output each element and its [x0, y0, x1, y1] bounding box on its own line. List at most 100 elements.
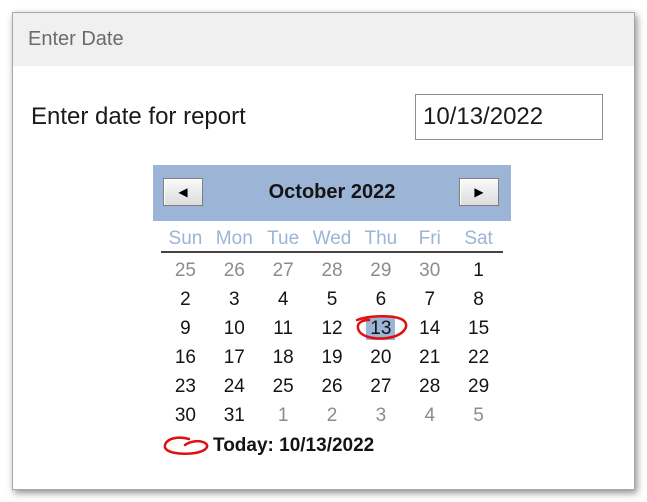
- title-bar[interactable]: Enter Date: [13, 13, 634, 66]
- day-cell[interactable]: 21: [405, 343, 454, 372]
- day-number: 11: [273, 318, 294, 339]
- day-cell[interactable]: 5: [308, 285, 357, 314]
- day-number: 2: [326, 405, 338, 426]
- day-cell[interactable]: 28: [308, 256, 357, 285]
- day-number: 23: [174, 376, 196, 397]
- day-cell[interactable]: 19: [308, 343, 357, 372]
- day-cell[interactable]: 20: [356, 343, 405, 372]
- weekday-wed: Wed: [312, 228, 352, 249]
- day-number: 28: [419, 376, 441, 397]
- day-number: 4: [277, 289, 289, 310]
- day-cell[interactable]: 30: [161, 401, 210, 430]
- day-cell[interactable]: 1: [259, 401, 308, 430]
- day-cell[interactable]: 29: [356, 256, 405, 285]
- day-number: 6: [375, 289, 387, 310]
- day-cell[interactable]: 30: [405, 256, 454, 285]
- day-cell[interactable]: 15: [454, 314, 503, 343]
- day-cell[interactable]: 27: [356, 372, 405, 401]
- day-number: 29: [370, 260, 392, 281]
- calendar-week-row: 30 31 1 2 3 4 5: [161, 401, 503, 430]
- day-number: 9: [180, 318, 191, 339]
- day-number: 5: [473, 405, 484, 426]
- day-number: 8: [473, 289, 484, 310]
- day-number: 28: [321, 260, 343, 281]
- calendar-week-row: 23 24 25 26 27 28 29: [161, 372, 503, 401]
- day-cell[interactable]: 31: [210, 401, 259, 430]
- day-cell[interactable]: 2: [308, 401, 357, 430]
- report-date-input[interactable]: [415, 94, 603, 140]
- calendar-week-row: 2 3 4 5 6 7 8: [161, 285, 503, 314]
- day-cell[interactable]: 4: [259, 285, 308, 314]
- calendar-day-grid: 25 26 27 28 29 30 1 2 3 4 5 6 7 8 9 10 11 12 13 14 15 16 17 18 1…: [161, 256, 503, 430]
- weekday-sun: Sun: [168, 228, 203, 249]
- triangle-right-icon: ▶: [474, 185, 484, 199]
- day-number: 30: [174, 405, 196, 426]
- day-number: 14: [419, 318, 441, 339]
- day-cell[interactable]: 26: [210, 256, 259, 285]
- day-number: 19: [321, 347, 343, 368]
- day-cell[interactable]: 11: [259, 314, 308, 343]
- day-cell[interactable]: 17: [210, 343, 259, 372]
- enter-date-dialog: Enter Date Enter date for report ◀ Octob…: [12, 12, 635, 490]
- day-number: 12: [321, 318, 343, 339]
- day-cell[interactable]: 29: [454, 372, 503, 401]
- date-prompt-label: Enter date for report: [31, 103, 246, 130]
- day-cell[interactable]: 8: [454, 285, 503, 314]
- day-number: 18: [272, 347, 294, 368]
- day-cell[interactable]: 26: [308, 372, 357, 401]
- day-cell[interactable]: 5: [454, 401, 503, 430]
- calendar-header: ◀ October 2022 ▶: [153, 165, 511, 221]
- day-number: 3: [229, 289, 240, 310]
- day-number: 3: [375, 405, 387, 426]
- selected-day-cell[interactable]: 13: [356, 314, 405, 343]
- day-cell[interactable]: 18: [259, 343, 308, 372]
- day-cell[interactable]: 9: [161, 314, 210, 343]
- day-cell[interactable]: 25: [161, 256, 210, 285]
- day-cell[interactable]: 2: [161, 285, 210, 314]
- day-number: 1: [473, 260, 484, 281]
- day-number: 27: [370, 376, 392, 397]
- day-cell[interactable]: 22: [454, 343, 503, 372]
- day-number: 31: [223, 405, 245, 426]
- day-number: 5: [326, 289, 338, 310]
- day-cell[interactable]: 28: [405, 372, 454, 401]
- day-number: 25: [272, 376, 294, 397]
- day-cell[interactable]: 10: [210, 314, 259, 343]
- day-number: 24: [223, 376, 245, 397]
- day-number: 26: [223, 260, 245, 281]
- calendar-week-row: 9 10 11 12 13 14 15: [161, 314, 503, 343]
- day-cell[interactable]: 6: [356, 285, 405, 314]
- day-cell[interactable]: 23: [161, 372, 210, 401]
- weekday-header-row: Sun Mon Tue Wed Thu Fri Sat: [161, 227, 503, 253]
- day-number: 21: [419, 347, 441, 368]
- day-cell[interactable]: 4: [405, 401, 454, 430]
- day-cell[interactable]: 12: [308, 314, 357, 343]
- next-month-button[interactable]: ▶: [459, 178, 499, 206]
- day-cell[interactable]: 27: [259, 256, 308, 285]
- window-title: Enter Date: [28, 28, 124, 50]
- day-cell[interactable]: 14: [405, 314, 454, 343]
- weekday-sat: Sat: [464, 228, 493, 249]
- calendar-week-row: 16 17 18 19 20 21 22: [161, 343, 503, 372]
- day-number: 1: [277, 405, 289, 426]
- day-cell[interactable]: 3: [210, 285, 259, 314]
- weekday-fri: Fri: [418, 228, 441, 249]
- day-cell[interactable]: 25: [259, 372, 308, 401]
- day-cell[interactable]: 3: [356, 401, 405, 430]
- month-calendar: ◀ October 2022 ▶ Sun Mon Tue Wed Thu Fri Sat 2…: [153, 165, 511, 430]
- month-year-label[interactable]: October 2022: [153, 181, 511, 204]
- today-row[interactable]: Today: 10/13/2022: [153, 433, 374, 459]
- day-cell[interactable]: 16: [161, 343, 210, 372]
- day-cell[interactable]: 1: [454, 256, 503, 285]
- today-scribble-annotation: [163, 436, 209, 455]
- day-cell[interactable]: 7: [405, 285, 454, 314]
- day-number: 20: [370, 347, 392, 368]
- day-number: 27: [272, 260, 294, 281]
- day-number: 15: [468, 318, 490, 339]
- day-cell[interactable]: 24: [210, 372, 259, 401]
- day-number: 2: [180, 289, 191, 310]
- weekday-tue: Tue: [267, 228, 300, 249]
- today-label: Today: 10/13/2022: [213, 435, 375, 456]
- day-number: 17: [223, 347, 245, 368]
- day-number: 13: [366, 317, 396, 340]
